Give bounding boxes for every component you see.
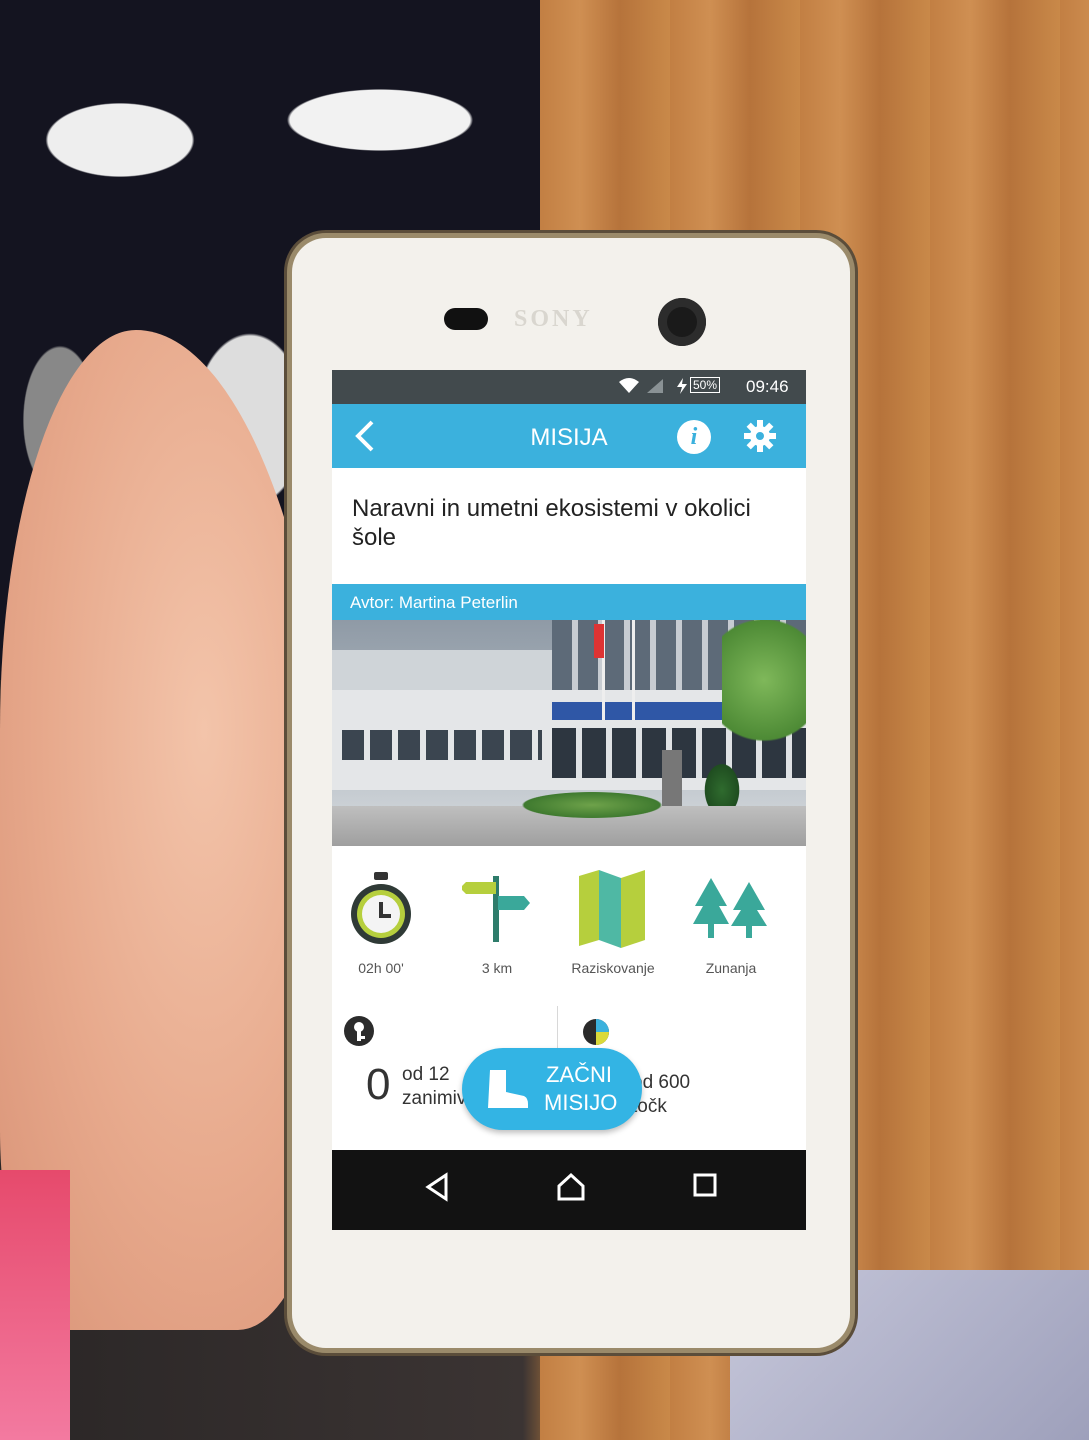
duration-label: 02h 00' <box>358 960 404 976</box>
nav-back-icon[interactable] <box>424 1172 450 1207</box>
battery-indicator: 50% <box>690 377 721 393</box>
stopwatch-icon <box>351 872 411 944</box>
stat-type: Raziskovanje <box>558 870 668 976</box>
map-icon <box>579 870 645 948</box>
charging-icon <box>676 378 688 398</box>
signpost-icon <box>462 876 530 942</box>
clock: 09:46 <box>746 377 789 396</box>
stat-environment: Zunanja <box>676 870 786 976</box>
key-icon <box>344 1016 374 1046</box>
system-navigation-bar <box>332 1150 806 1230</box>
distance-label: 3 km <box>481 960 513 976</box>
status-bar: 50% 09:46 <box>332 370 806 404</box>
visited-total-label: od 12 <box>402 1064 450 1085</box>
info-icon[interactable]: i <box>677 420 711 454</box>
type-label: Raziskovanje <box>571 960 655 976</box>
boot-icon <box>488 1070 528 1108</box>
nav-home-icon[interactable] <box>556 1172 586 1207</box>
page-title: MISIJA <box>530 424 608 451</box>
signal-icon <box>646 378 664 398</box>
author-label: Avtor: Martina Peterlin <box>350 593 518 612</box>
nav-recents-icon[interactable] <box>692 1172 718 1203</box>
visited-unit-label: zanimiv <box>402 1088 467 1109</box>
trees-icon <box>693 878 767 938</box>
phone-brand-logo: SONY <box>514 306 593 332</box>
phone-device: SONY 50% 09:46 MISIJA i Naravni in umetn… <box>292 238 850 1348</box>
start-button-line1: ZAČNI <box>546 1062 612 1087</box>
app-screen: 50% 09:46 MISIJA i Naravni in umetni eko… <box>332 370 806 1230</box>
app-bar: MISIJA i <box>332 404 806 468</box>
environment-label: Zunanja <box>705 960 757 976</box>
mission-photo <box>332 620 806 846</box>
start-mission-button[interactable]: ZAČNI MISIJO <box>462 1048 642 1130</box>
gear-icon[interactable] <box>742 418 778 454</box>
start-button-line2: MISIJO <box>544 1090 618 1115</box>
stat-distance: 3 km <box>442 870 552 976</box>
front-camera <box>658 298 706 346</box>
wifi-icon <box>618 378 640 398</box>
stat-duration: 02h 00' <box>332 870 436 976</box>
mission-title: Naravni in umetni ekosistemi v okolici š… <box>352 495 751 551</box>
author-bar: Avtor: Martina Peterlin <box>332 584 806 620</box>
visited-count: 0 <box>366 1060 391 1109</box>
sleeve <box>0 1170 70 1440</box>
pie-chart-icon <box>582 1018 610 1051</box>
earpiece-speaker <box>444 308 488 330</box>
